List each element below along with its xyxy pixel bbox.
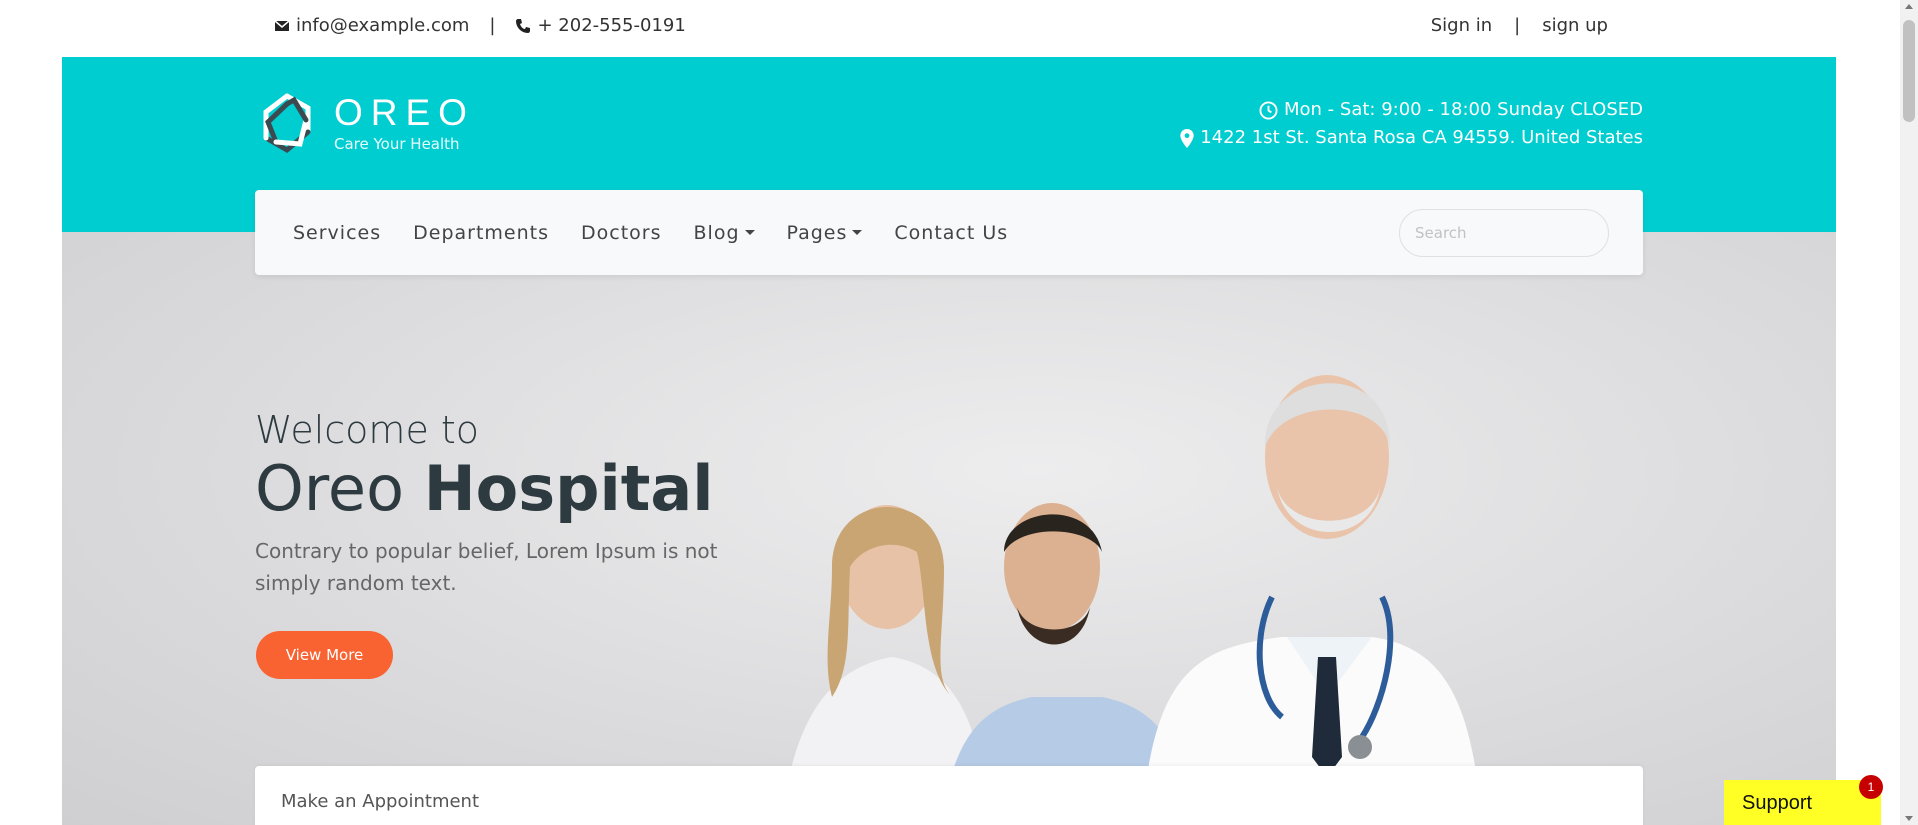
logo-icon: [263, 93, 311, 154]
nav-item-blog-label: Blog: [693, 221, 740, 244]
support-widget-button[interactable]: Support 1: [1724, 775, 1883, 825]
main-navbar: Services Departments Doctors Blog Pages …: [255, 190, 1643, 275]
map-pin-icon: [1180, 128, 1194, 148]
nav-item-contact[interactable]: Contact Us: [894, 222, 1008, 244]
top-contact-bar: info@example.com | + 202-555-0191 Sign i…: [0, 0, 1900, 57]
separator: |: [1514, 15, 1521, 36]
phone-icon: [516, 18, 531, 33]
support-label: Support: [1742, 792, 1813, 814]
hours-address: Mon - Sat: 9:00 - 18:00 Sunday CLOSED 14…: [1180, 96, 1643, 152]
hero-lead: Contrary to popular belief, Lorem Ipsum …: [255, 539, 718, 595]
hero-title-light: Oreo: [255, 452, 405, 525]
phone-number[interactable]: + 202-555-0191: [537, 15, 685, 36]
nav-item-blog[interactable]: Blog: [694, 222, 755, 244]
hero-welcome: Welcome to: [255, 408, 480, 452]
address: 1422 1st St. Santa Rosa CA 94559. United…: [1200, 127, 1643, 148]
caret-down-icon: [744, 230, 755, 235]
scroll-down-arrow-icon[interactable]: [1905, 816, 1913, 821]
scroll-up-arrow-icon[interactable]: [1905, 4, 1913, 9]
clock-icon: [1259, 100, 1278, 120]
auth-links: Sign in | sign up: [1431, 15, 1608, 36]
main-frame: OREO Care Your Health Mon - Sat: 9:00 - …: [62, 57, 1836, 825]
appointment-title: Make an Appointment: [281, 791, 480, 812]
caret-down-icon: [852, 230, 863, 235]
senior-doctor-figure: [1142, 375, 1482, 825]
nav-item-pages-label: Pages: [786, 221, 848, 244]
email-link[interactable]: info@example.com: [296, 15, 469, 36]
sign-in-link[interactable]: Sign in: [1431, 15, 1492, 36]
nav-item-services[interactable]: Services: [293, 222, 381, 244]
nav-item-departments[interactable]: Departments: [413, 222, 549, 244]
brand-tagline: Care Your Health: [334, 135, 460, 153]
site-logo[interactable]: OREO Care Your Health: [256, 92, 475, 154]
search-input[interactable]: [1399, 209, 1609, 257]
sign-up-link[interactable]: sign up: [1542, 15, 1608, 36]
hero-title-bold: Hospital: [423, 452, 714, 525]
brand-name: OREO: [334, 92, 475, 133]
scrollbar-thumb[interactable]: [1903, 20, 1915, 122]
page-scrollbar[interactable]: [1900, 0, 1918, 825]
doctors-photo: [782, 375, 1482, 825]
nav-item-doctors[interactable]: Doctors: [581, 222, 662, 244]
opening-hours: Mon - Sat: 9:00 - 18:00 Sunday CLOSED: [1284, 99, 1643, 120]
notification-badge: 1: [1859, 775, 1883, 799]
hero-title: Oreo Hospital: [255, 452, 713, 525]
appointment-card: Make an Appointment: [255, 766, 1643, 825]
email-icon: [274, 19, 290, 31]
view-more-button[interactable]: View More: [256, 631, 393, 679]
nav-item-pages[interactable]: Pages: [787, 222, 863, 244]
separator: |: [489, 15, 496, 36]
contact-info: info@example.com | + 202-555-0191: [274, 15, 686, 36]
